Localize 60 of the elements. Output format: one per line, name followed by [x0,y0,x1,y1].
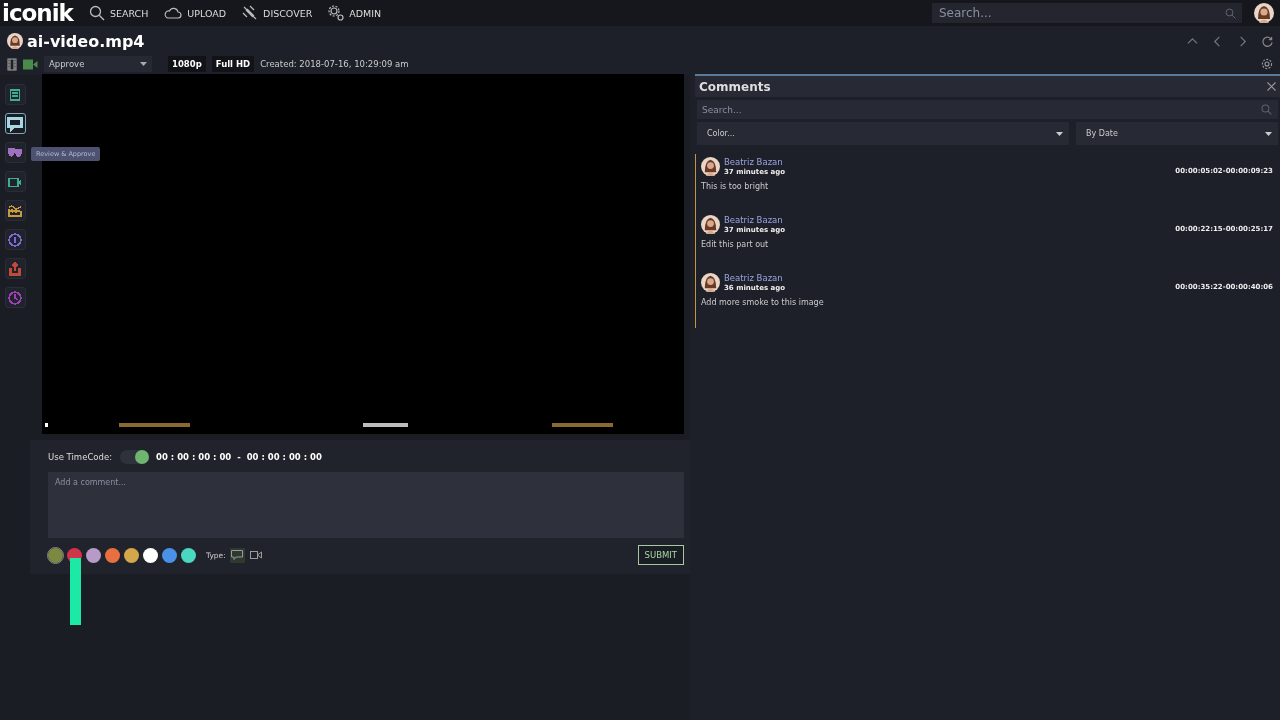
timecode-toggle[interactable] [120,450,148,464]
caret-icon [1265,131,1272,136]
settings-icon[interactable] [1261,58,1273,70]
created-date: Created: 2018-07-16, 10:29:09 am [260,59,409,69]
timeline-marker[interactable] [119,423,190,427]
search-icon [88,5,105,21]
cloud-icon [164,7,183,19]
sort-dropdown[interactable]: By Date [1076,122,1278,145]
comment-text: Add more smoke to this image [701,298,825,309]
asset-title: ai-video.mp4 [27,31,145,51]
refresh-icon[interactable] [1262,35,1273,47]
format-badge: Full HD [211,56,255,72]
avatar-icon [701,215,720,234]
color-swatch[interactable] [124,547,139,563]
color-swatch[interactable] [86,547,101,563]
film-icon[interactable] [7,57,17,71]
color-swatch[interactable] [48,547,63,563]
chevron-right-icon[interactable] [1237,35,1248,47]
caret-icon [140,62,147,66]
speech-bubble-icon[interactable] [229,547,245,563]
search-icon [1225,7,1236,19]
chevron-left-icon[interactable] [1212,35,1223,47]
color-swatch[interactable] [143,547,158,563]
comment-text: This is too bright [701,182,770,193]
author-name[interactable]: Beatriz Bazan [724,157,786,167]
nav-link[interactable]: UPLOAD [164,7,227,19]
video-camera-icon[interactable] [23,58,38,70]
avatar-icon [7,33,23,49]
author-name[interactable]: Beatriz Bazan [724,273,786,283]
color-filter-dropdown[interactable]: Color... [697,122,1069,145]
timeline-marker[interactable] [552,423,614,427]
avatar-icon [701,157,720,176]
avatar-button[interactable] [1254,3,1274,23]
avatar-icon [1254,3,1274,23]
comment-field[interactable]: Add a comment... [48,472,684,538]
color-swatch[interactable] [181,547,196,563]
color-swatch[interactable] [105,547,120,563]
panel-title: Comments [699,79,771,94]
author-name[interactable]: Beatriz Bazan [724,215,786,225]
avatar-icon [701,273,720,292]
highlight-bar [70,558,81,625]
timecode-range: 00 : 00 : 00 : 00 - 00 : 00 : 00 : 00 [156,452,322,462]
caret-icon [1056,131,1063,136]
gears-icon [328,5,345,21]
satellite-icon [242,5,259,21]
nav-link[interactable]: ADMIN [328,5,382,21]
timeline-marker[interactable] [45,423,48,427]
color-swatch[interactable] [162,547,177,563]
nav-link[interactable]: SEARCH [88,5,149,21]
timecode-label: Use TimeCode: [48,452,112,462]
format-badge: 1080p [168,56,206,72]
search-icon [1261,104,1272,115]
submit-button[interactable]: SUBMIT [637,545,684,565]
chevron-up-icon[interactable] [1187,35,1198,47]
nav-link[interactable]: DISCOVER [242,5,313,21]
comment-text: Edit this part out [701,240,770,251]
status-dropdown[interactable]: Approve [44,56,152,72]
logo[interactable]: iconik [2,0,73,26]
close-icon[interactable] [1267,82,1276,91]
timeline-marker[interactable] [363,423,408,427]
